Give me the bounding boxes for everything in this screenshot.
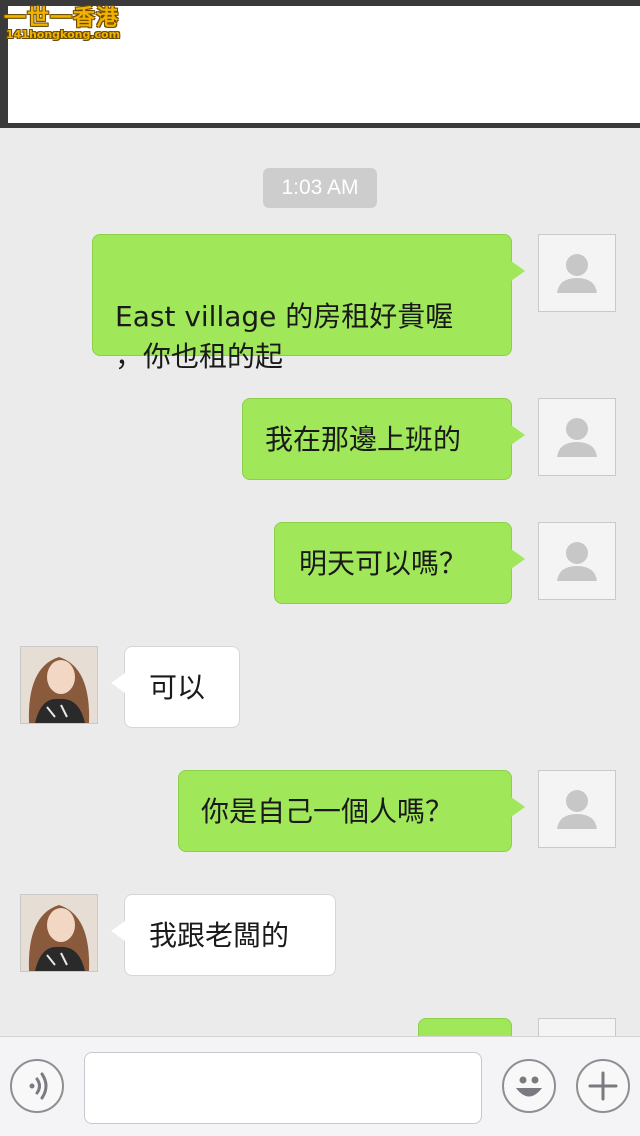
message-bubble-outgoing[interactable]: 我在那邊上班的 — [242, 398, 525, 480]
contact-avatar[interactable] — [20, 894, 98, 972]
message-input[interactable] — [84, 1052, 482, 1124]
my-avatar[interactable] — [538, 770, 616, 848]
timestamp: 1:03 AM — [263, 168, 377, 208]
input-bar — [0, 1036, 640, 1136]
default-user-icon — [557, 254, 597, 293]
default-user-icon — [557, 790, 597, 829]
watermark-url: 141hongkong.com — [6, 28, 121, 41]
message-bubble-incoming[interactable]: 可以 — [111, 646, 240, 728]
voice-button[interactable] — [10, 1059, 64, 1113]
voice-wave-icon — [29, 1072, 48, 1100]
message-text: 我在那邊上班的 — [265, 423, 462, 456]
plus-icon — [588, 1071, 618, 1101]
message-text: 我跟老闆的 — [149, 919, 290, 952]
message-bubble-incoming[interactable]: 我跟老闆的 — [111, 894, 336, 976]
message-text: East village 的房租好貴喔 ，你也租的起 — [115, 300, 454, 373]
contact-photo-icon — [21, 895, 97, 971]
emoji-button[interactable] — [502, 1059, 556, 1113]
watermark-logo: 一世一香港 141hongkong.com — [0, 0, 130, 46]
default-user-icon — [557, 542, 597, 581]
my-avatar[interactable] — [538, 234, 616, 312]
my-avatar[interactable] — [538, 398, 616, 476]
top-banner: 一世一香港 141hongkong.com — [0, 0, 640, 128]
contact-photo-icon — [21, 647, 97, 723]
message-text: 可以 — [149, 671, 206, 704]
message-bubble-outgoing[interactable]: 明天可以嗎？ — [274, 522, 525, 604]
message-text: 你是自己一個人嗎？ — [201, 795, 454, 828]
message-bubble-outgoing[interactable]: East village 的房租好貴喔 ，你也租的起 — [92, 234, 525, 373]
my-avatar[interactable] — [538, 522, 616, 600]
smiley-icon — [516, 1076, 542, 1097]
message-text: 明天可以嗎？ — [299, 547, 468, 580]
more-button[interactable] — [576, 1059, 630, 1113]
message-bubble-outgoing[interactable]: 你是自己一個人嗎？ — [178, 770, 525, 852]
default-user-icon — [557, 418, 597, 457]
contact-avatar[interactable] — [20, 646, 98, 724]
